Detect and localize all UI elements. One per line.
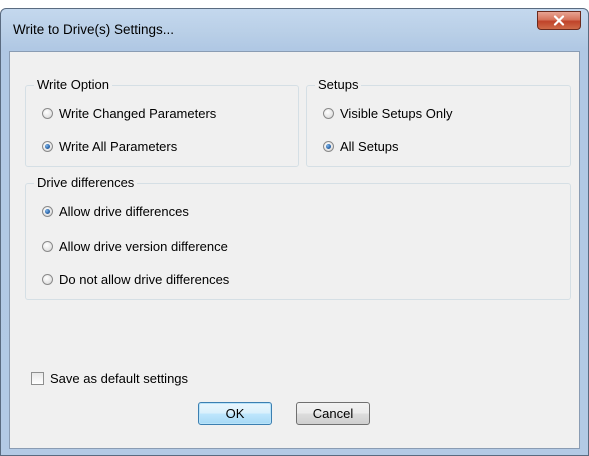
radio-circle[interactable]	[42, 141, 53, 152]
title-bar[interactable]: Write to Drive(s) Settings...	[1, 9, 588, 51]
radio-circle[interactable]	[323, 108, 334, 119]
radio-label: Write Changed Parameters	[59, 106, 217, 121]
radio-label: Allow drive version difference	[59, 239, 228, 254]
radio-label: All Setups	[340, 139, 399, 154]
write-option-title: Write Option	[34, 77, 113, 93]
close-button[interactable]	[537, 11, 581, 30]
radio-all-setups[interactable]: All Setups	[323, 139, 399, 154]
cancel-button[interactable]: Cancel	[296, 402, 370, 425]
ok-button[interactable]: OK	[198, 402, 272, 425]
setups-group: Setups Visible Setups Only All Setups	[306, 77, 571, 167]
radio-circle[interactable]	[323, 141, 334, 152]
dialog-client-area: Write Option Write Changed Parameters Wr…	[9, 51, 580, 449]
radio-label: Write All Parameters	[59, 139, 178, 154]
save-default-checkbox[interactable]	[31, 372, 44, 385]
radio-allow-drive-differences[interactable]: Allow drive differences	[42, 204, 189, 219]
dialog-window: Write to Drive(s) Settings... Write Opti…	[0, 8, 589, 456]
radio-circle[interactable]	[42, 241, 53, 252]
radio-label: Allow drive differences	[59, 204, 189, 219]
radio-write-all-parameters[interactable]: Write All Parameters	[42, 139, 177, 154]
radio-circle[interactable]	[42, 274, 53, 285]
radio-write-changed-parameters[interactable]: Write Changed Parameters	[42, 106, 216, 121]
close-icon	[553, 15, 565, 26]
drive-differences-title: Drive differences	[34, 175, 138, 191]
drive-differences-group: Drive differences Allow drive difference…	[25, 175, 571, 300]
radio-circle[interactable]	[42, 108, 53, 119]
radio-label: Do not allow drive differences	[59, 272, 230, 287]
radio-label: Visible Setups Only	[340, 106, 453, 121]
window-title: Write to Drive(s) Settings...	[13, 22, 175, 37]
radio-circle[interactable]	[42, 206, 53, 217]
write-option-group: Write Option Write Changed Parameters Wr…	[25, 77, 299, 167]
radio-do-not-allow-drive-differences[interactable]: Do not allow drive differences	[42, 272, 229, 287]
setups-title: Setups	[315, 77, 362, 93]
radio-visible-setups-only[interactable]: Visible Setups Only	[323, 106, 453, 121]
save-default-label: Save as default settings	[50, 371, 189, 386]
radio-allow-drive-version-difference[interactable]: Allow drive version difference	[42, 239, 228, 254]
